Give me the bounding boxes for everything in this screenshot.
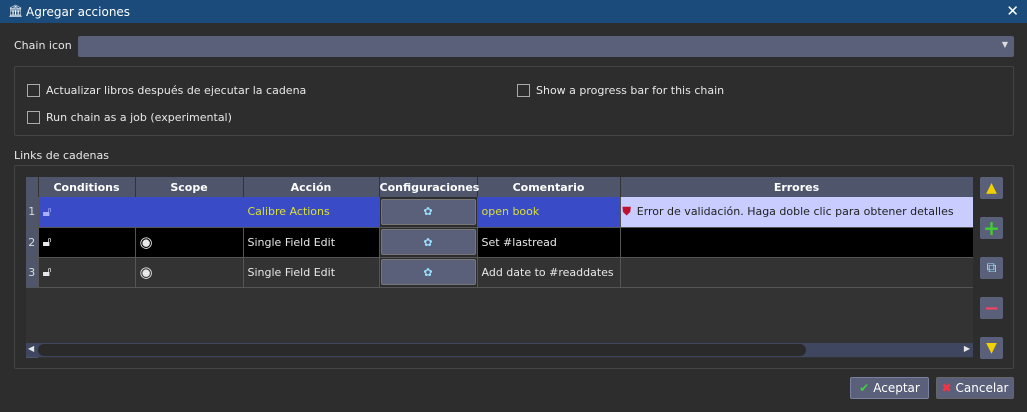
- close-icon[interactable]: ✕: [1006, 2, 1019, 20]
- row-number[interactable]: 1: [26, 197, 39, 228]
- move-down-button[interactable]: ▼: [980, 337, 1003, 359]
- corner: [26, 177, 39, 197]
- run-as-job-label: Run chain as a job (experimental): [46, 111, 232, 124]
- title-bar: 🏛 Agregar acciones ✕: [0, 0, 1027, 23]
- horizontal-scrollbar[interactable]: ◀ ▶: [26, 343, 973, 357]
- remove-button[interactable]: −: [980, 297, 1003, 319]
- col-comment[interactable]: Comentario: [477, 177, 621, 197]
- target-icon[interactable]: ◉: [135, 257, 244, 288]
- chain-icon-combo[interactable]: ▼: [78, 36, 1014, 57]
- x-icon: ✖: [941, 381, 952, 395]
- table-row[interactable]: 1 🔓︎ Calibre Actions ✿ open book ⛊ Error …: [26, 197, 973, 228]
- progress-bar-checkbox[interactable]: Show a progress bar for this chain: [517, 84, 724, 97]
- table-row[interactable]: 3 🔓︎ ◉ Single Field Edit ✿ Add date to #…: [26, 257, 973, 288]
- scroll-right-icon[interactable]: ▶: [964, 344, 970, 353]
- unlock-icon[interactable]: 🔓︎: [38, 227, 136, 258]
- scroll-left-icon[interactable]: ◀: [28, 344, 34, 353]
- error-cell[interactable]: [620, 257, 973, 288]
- ok-label: Aceptar: [873, 381, 920, 395]
- error-text: Error de validación. Haga doble clic par…: [636, 204, 954, 218]
- scrollbar-thumb[interactable]: [38, 344, 806, 356]
- cancel-button[interactable]: ✖ Cancelar: [936, 377, 1014, 399]
- cancel-label: Cancelar: [955, 381, 1009, 395]
- action-cell[interactable]: Single Field Edit: [243, 227, 380, 258]
- table-row[interactable]: 2 🔓︎ ◉ Single Field Edit ✿ Set #lastread: [26, 227, 973, 258]
- config-cell: ✿: [379, 227, 478, 258]
- gear-icon[interactable]: ✿: [380, 198, 476, 225]
- run-as-job-checkbox[interactable]: Run chain as a job (experimental): [27, 111, 232, 124]
- col-conditions[interactable]: Conditions: [38, 177, 136, 197]
- scope-cell[interactable]: [135, 197, 244, 228]
- error-shield-icon: ⛊: [622, 204, 631, 218]
- window-title: Agregar acciones: [26, 4, 131, 19]
- copy-button[interactable]: ⧉: [980, 257, 1003, 279]
- unlock-icon[interactable]: 🔓︎: [38, 257, 136, 288]
- update-books-checkbox[interactable]: Actualizar libros después de ejecutar la…: [27, 84, 306, 97]
- col-scope[interactable]: Scope: [135, 177, 244, 197]
- comment-cell[interactable]: open book: [477, 197, 621, 228]
- col-config[interactable]: Configuraciones: [379, 177, 479, 197]
- action-cell[interactable]: Calibre Actions: [243, 197, 380, 228]
- comment-cell[interactable]: Set #lastread: [477, 227, 621, 258]
- app-icon: 🏛: [8, 4, 24, 18]
- add-button[interactable]: +: [980, 216, 1003, 240]
- gear-icon[interactable]: ✿: [380, 259, 476, 285]
- error-cell[interactable]: [620, 227, 973, 258]
- comment-cell[interactable]: Add date to #readdates: [477, 257, 621, 288]
- links-table: Conditions Scope Acción Configuraciones …: [26, 177, 973, 358]
- chain-icon-label: Chain icon: [14, 39, 72, 52]
- col-errors[interactable]: Errores: [620, 177, 973, 197]
- chevron-down-icon: ▼: [1001, 40, 1008, 49]
- error-cell[interactable]: ⛊ Error de validación. Haga doble clic pa…: [620, 197, 973, 228]
- update-books-label: Actualizar libros después de ejecutar la…: [46, 84, 307, 97]
- progress-bar-label: Show a progress bar for this chain: [536, 84, 725, 97]
- links-label: Links de cadenas: [14, 149, 109, 162]
- ok-button[interactable]: ✔ Aceptar: [850, 377, 929, 399]
- config-cell: ✿: [379, 257, 478, 288]
- options-group: [14, 66, 1014, 136]
- row-number[interactable]: 3: [26, 257, 39, 288]
- action-cell[interactable]: Single Field Edit: [243, 257, 380, 288]
- unlock-icon[interactable]: 🔓︎: [38, 197, 136, 228]
- col-action[interactable]: Acción: [243, 177, 380, 197]
- gear-icon[interactable]: ✿: [380, 229, 476, 255]
- target-icon[interactable]: ◉: [135, 227, 244, 258]
- move-up-button[interactable]: ▲: [980, 177, 1003, 199]
- row-number[interactable]: 2: [26, 227, 39, 258]
- config-cell: ✿: [379, 197, 478, 228]
- check-icon: ✔: [859, 381, 870, 395]
